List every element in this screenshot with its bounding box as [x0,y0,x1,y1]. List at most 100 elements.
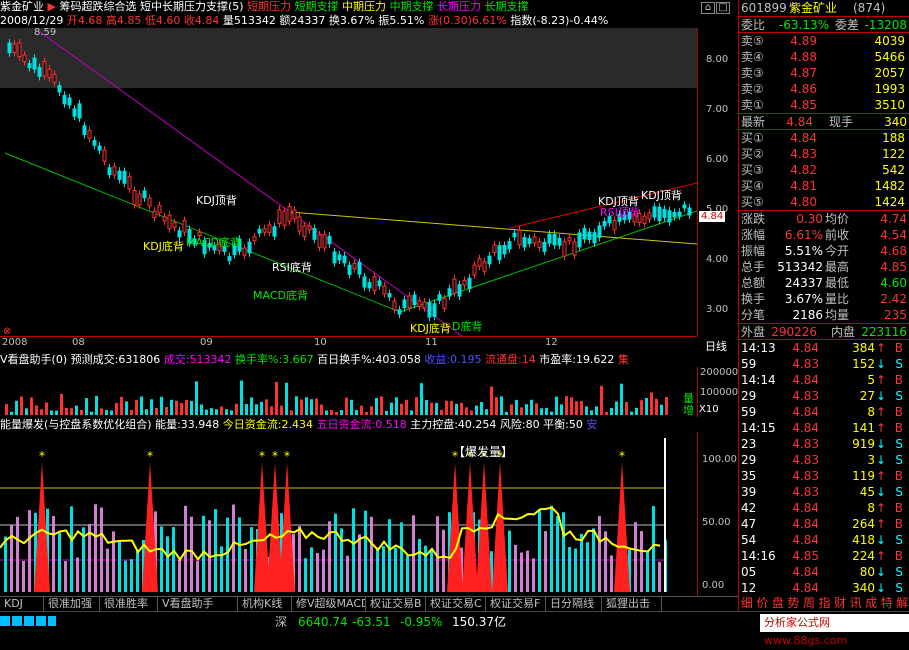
tab-9[interactable]: 日分隔线 [546,597,602,612]
ind-title: 能量爆发(与控盘系数优化组合) [0,418,152,431]
indicator-bar [520,552,523,592]
burst-spike [492,462,508,592]
candle [147,194,152,210]
volume-bar [265,399,268,415]
side-tab-5[interactable]: 指 [817,595,833,611]
volume-bar [660,404,663,415]
volume-bar [465,407,468,415]
side-tab-1[interactable]: 价 [755,595,771,611]
volume-bar [175,400,178,415]
volume-bar [40,409,43,415]
arrow-down-icon: ↓ [875,453,887,467]
side-tabs: 细价盘势周指财讯成特解 [739,595,909,611]
side-tab-7[interactable]: 讯 [848,595,864,611]
stock-name-side: 紫金矿业 [789,1,838,15]
tick-row: 59 4.83 152 ↓ S [739,356,909,372]
indicator-bar [586,542,589,592]
indicator-bar [322,549,325,592]
indicator-bar [604,531,607,592]
bids-row[interactable]: 买④ 4.81 1482 [739,178,909,194]
stat-cell: 量比 [825,292,850,306]
formula-1[interactable]: 筹码超跌综合选 [59,0,136,13]
bids-row[interactable]: 买⑤ 4.80 1424 [739,194,909,210]
asks-row[interactable]: 卖⑤ 4.89 4039 [739,33,909,49]
bids-row[interactable]: 买② 4.83 122 [739,146,909,162]
volume-bar [415,397,418,415]
tab-3[interactable]: V看盘助手 [158,597,238,612]
volume-bar [70,408,73,415]
side-tab-4[interactable]: 周 [801,595,817,611]
side-tab-10[interactable]: 解 [894,595,909,611]
tick-row: 14:15 4.84 141 ↑ B [739,420,909,436]
indicator-bar [112,531,115,592]
bids-row[interactable]: 买① 4.84 188 [739,130,909,146]
volume-bar [80,409,83,415]
arrow-down-icon: ↓ [875,581,887,595]
tick-volume: 119 [852,469,875,483]
tick-time: 05 [741,565,757,579]
candle [347,261,352,279]
restore-icon[interactable]: □ [716,2,730,14]
tab-5[interactable]: 修V超级MACD [292,597,366,612]
ad-banner[interactable]: 分析家公式网 www.88gs.com [760,614,909,647]
candle [152,207,157,222]
tick-side: B [894,549,903,563]
side-tab-9[interactable]: 特 [879,595,895,611]
close: 收4.84 [183,14,220,27]
volume-bar [410,410,413,415]
bids-row[interactable]: 买③ 4.82 542 [739,162,909,178]
side-tab-3[interactable]: 势 [786,595,802,611]
burst-spike [614,462,630,592]
side-tab-0[interactable]: 细 [739,595,755,611]
tab-kdj[interactable]: KDJ [0,597,44,612]
tick-side: B [894,405,903,419]
tick-side: S [895,389,903,403]
quote-header: 601899 紫金矿业 (874) [739,0,909,16]
tab-7[interactable]: 权证交易C [426,597,486,612]
asks-row[interactable]: 卖① 4.85 3510 [739,97,909,113]
tick-price: 4.83 [792,485,819,499]
asks-row[interactable]: 卖③ 4.87 2057 [739,65,909,81]
volume-bar [550,411,553,415]
indicator-bar [568,547,571,592]
asks-row[interactable]: 卖② 4.86 1993 [739,81,909,97]
volume: 量513342 [222,14,276,27]
volume-chart[interactable]: 量 增 [0,367,697,417]
bids-volume: 188 [882,131,905,145]
home-icon[interactable]: ⌂ [701,2,715,14]
side-tab-6[interactable]: 财 [832,595,848,611]
tab-10[interactable]: 狐狸出击 [602,597,662,612]
energy-indicator-chart[interactable]: * * * * * * * * * * 【爆发量】 [0,432,697,596]
candlestick-chart[interactable]: 8.59 KDJ顶背 KDJ底背 MACD底背 RSI底背 MACD底背 KDJ… [0,27,698,337]
candle [392,297,397,314]
candle [117,167,122,184]
tick-list[interactable]: 14:13 4.84 384 ↑ B 59 4.83 152 ↓ S 14:14 4.84 5 ↑ B 29 4… [739,339,909,596]
tab-6[interactable]: 权证交易B [366,597,426,612]
stat-cell: 6.61% [784,228,823,242]
asks-row[interactable]: 卖④ 4.88 5466 [739,49,909,65]
volume-bar [645,397,648,415]
an-label: 安 [586,418,598,431]
tick-price: 4.84 [792,341,819,355]
tab-2[interactable]: 很准胜率 [100,597,158,612]
indicator-bar [64,561,67,592]
stat-cell: 2186 [792,308,823,322]
candle [337,250,342,264]
candle [282,207,287,230]
candle [647,208,652,223]
indicator-bar [382,546,385,592]
tab-1[interactable]: 很准加强 [44,597,100,612]
side-tab-8[interactable]: 成 [863,595,879,611]
daily-line-label[interactable]: 日线 [705,338,727,354]
candle [177,226,182,241]
tab-8[interactable]: 权证交易F [486,597,546,612]
tab-4[interactable]: 机构K线 [238,597,292,612]
arrow-up-icon: ↑ [875,501,887,515]
formula-2[interactable]: 短中长期压力支撑(5) [140,0,244,13]
candle [162,212,167,225]
candle [277,205,282,228]
asks-price: 4.89 [790,34,817,48]
main-control: 主力控盘:40.254 [410,418,497,431]
volume-bar [190,401,193,415]
side-tab-2[interactable]: 盘 [770,595,786,611]
